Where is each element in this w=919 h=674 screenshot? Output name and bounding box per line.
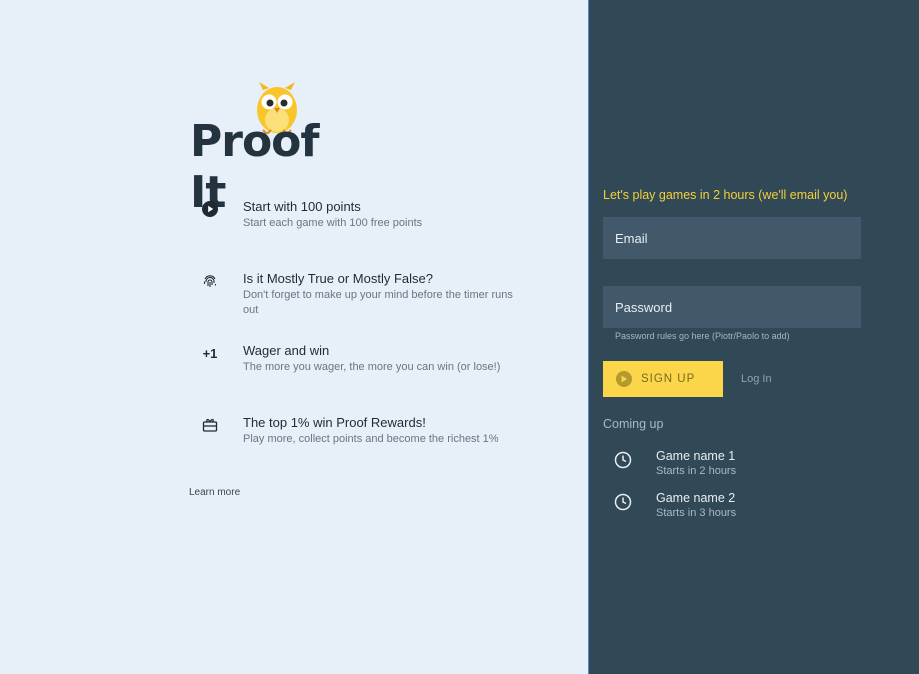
feature-title: The top 1% win Proof Rewards!: [243, 415, 426, 430]
clock-icon: [614, 451, 632, 469]
password-hint: Password rules go here (Piotr/Paolo to a…: [615, 331, 790, 341]
feature-title: Is it Mostly True or Mostly False?: [243, 271, 433, 286]
feature-description: Start each game with 100 free points: [243, 217, 423, 229]
game-name: Game name 1: [656, 449, 736, 463]
game-name: Game name 2: [656, 491, 736, 505]
password-field[interactable]: [603, 286, 861, 328]
feature-title: Wager and win: [243, 343, 330, 358]
feature-description: The more you wager, the more you can win…: [243, 361, 501, 373]
feature-title: Start with 100 points: [243, 199, 361, 214]
plus-one-icon: +1: [202, 345, 218, 361]
logo: Proof It: [190, 82, 360, 218]
game-list-item[interactable]: Game name 2 Starts in 3 hours: [614, 491, 854, 523]
gift-card-icon: [200, 415, 220, 435]
play-circle-icon: [200, 199, 220, 219]
game-start-time: Starts in 3 hours: [656, 507, 737, 519]
game-start-time: Starts in 2 hours: [656, 465, 737, 477]
coming-up-heading: Coming up: [603, 417, 664, 431]
learn-more-link[interactable]: Learn more: [189, 487, 240, 498]
feature-description: Don't forget to make up your mind before…: [243, 289, 513, 316]
clock-icon: [614, 493, 632, 511]
info-panel: Proof It Start with 100 points Start eac…: [0, 0, 588, 674]
play-icon: [616, 371, 632, 387]
signup-tagline: Let's play games in 2 hours (we'll email…: [603, 188, 848, 202]
sign-up-button[interactable]: SIGN UP: [603, 361, 723, 397]
feature-description: Play more, collect points and become the…: [243, 433, 499, 445]
game-list-item[interactable]: Game name 1 Starts in 2 hours: [614, 449, 854, 481]
fingerprint-icon: [200, 271, 220, 291]
log-in-link[interactable]: Log In: [741, 373, 772, 385]
email-field[interactable]: [603, 217, 861, 259]
sign-up-label: SIGN UP: [641, 373, 696, 385]
